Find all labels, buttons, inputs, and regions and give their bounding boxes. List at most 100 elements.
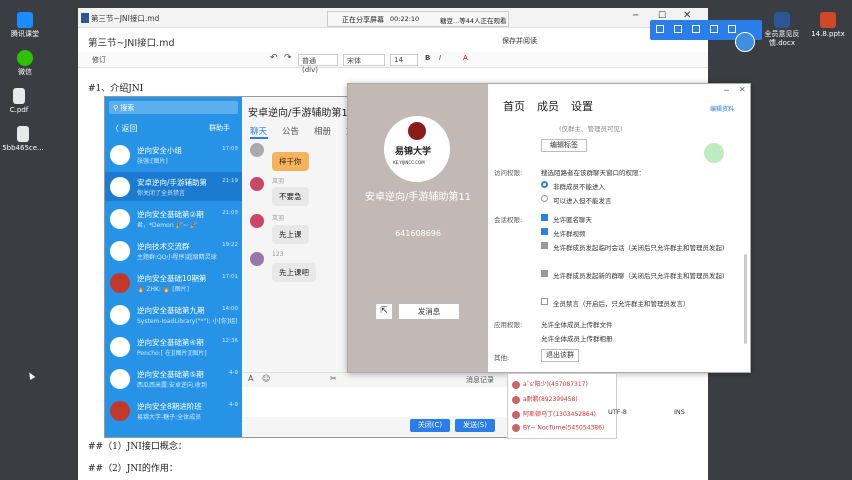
visitor-radio-read-only[interactable] [541,195,548,202]
toolbar-icon[interactable] [692,25,700,33]
conversation-item[interactable]: 逆向安全基础第九期 System-loadLibrary("*"); 小[你]组… [105,300,242,329]
checkbox-anonymous-chat[interactable] [541,214,548,221]
visitor-radio-no-entry[interactable] [541,181,548,188]
tab-members[interactable]: 成员 [537,98,559,114]
desktop-icon-tencent-classroom[interactable]: 腾讯课堂 [0,12,50,39]
conversation-item[interactable]: 逆向技术交流群 主题群:QQ小程序]超级精灵球 19:22 [105,236,242,265]
conversation-time: 21:19 [222,178,238,184]
tab-settings[interactable]: 设置 [571,98,593,114]
checkbox-new-group-chat[interactable] [541,270,548,277]
desktop-icon-feedback-docx[interactable]: 全员意见反馈.docx [760,12,804,48]
tab-notice[interactable]: 公告 [282,125,299,137]
chat-title: 安卓逆向/手游辅助第11 [248,108,355,119]
session-option: 全员禁言（开启后，只允许群主和管理员发言） [553,300,690,308]
checkbox-mute-all[interactable] [541,298,548,305]
editor-tab-title[interactable]: 第三节~JNI接口.md [91,13,159,24]
settings-scrollbar[interactable] [744,254,747,344]
checkbox-group-video[interactable] [541,228,548,235]
conversation-preview: 易锦大学-糖子:全体成员 [137,414,202,421]
back-button[interactable]: 〈 返回 [111,123,138,134]
member-item[interactable]: BY~ NocTurne(545054386) [512,424,604,432]
font-icon[interactable]: A [248,374,253,383]
close-icon[interactable]: ✕ [739,85,746,94]
desktop-icon-label: C.pdf [9,106,29,114]
avatar [110,273,130,293]
avatar [110,209,130,229]
save-and-read-button[interactable]: 保存并阅读 [502,36,537,46]
toolbar-icon[interactable] [728,25,736,33]
conversation-time: 4-9 [229,402,238,408]
share-status: 正在分享屏幕 [342,16,384,24]
minimize-icon[interactable]: ─ [724,86,729,95]
search-icon: ⚲ [113,104,119,112]
tab-album[interactable]: 相册 [314,125,331,137]
edit-profile-link[interactable]: 编辑资料 [710,104,734,113]
minimize-icon[interactable]: ─ [633,11,638,21]
message-avatar [250,177,264,191]
redo-icon[interactable]: ↷ [284,53,292,63]
member-item[interactable]: a`s'阳少)(457087317) [512,379,588,389]
conversation-item[interactable]: 逆向安全基础第②期 君，*Demon 🎉~ 🎉 21:03 [105,204,242,233]
conversation-item-selected[interactable]: 安卓逆向/手游辅助第 你关闭了全员禁言 21:19 [105,172,242,201]
conversation-time: 21:03 [222,210,238,216]
desktop-icon-file[interactable]: 5bb465ce... [0,126,50,153]
bold-icon[interactable]: B [425,54,430,62]
toolbar-icon[interactable] [674,25,682,33]
desktop-icon-wechat[interactable]: 微信 [0,50,50,77]
conversation-name: 逆向安全小组 [137,146,182,155]
font-select[interactable]: 宋体 [343,54,385,66]
conversation-time: 17:03 [222,146,238,152]
conversation-name: 逆向安全基础第⑤期 [137,370,204,379]
send-button[interactable]: 发送(S) [455,419,495,432]
font-size-select[interactable]: 14 [390,54,418,66]
user-avatar[interactable] [735,32,755,52]
tab-chat[interactable]: 聊天 [250,125,267,137]
message-history-link[interactable]: 消息记录 [466,375,494,385]
toolbar-icon[interactable] [656,25,664,33]
undo-icon[interactable]: ↶ [270,53,278,63]
share-icon[interactable]: ⇱ [375,303,393,320]
conversation-item[interactable]: 逆向安全基础10期第 🔥 ZHK: 🔥 [图片] 17:01 [105,268,242,297]
emoji-icon[interactable]: ☺ [262,374,270,383]
checkbox-temp-session[interactable] [541,242,548,249]
member-id: (892399458) [538,396,578,403]
desktop-icon-pptx[interactable]: 14.8.pptx [806,12,850,39]
member-item[interactable]: a耐鹏(892399458) [512,394,578,404]
send-message-button[interactable]: 发消息 [398,303,460,320]
font-color-icon[interactable]: A [463,54,468,62]
conversation-item[interactable]: 逆向安全基础第④期 Pencho:[ 在][图片][图片] 12:36 [105,332,242,361]
tab-home[interactable]: 首页 [503,98,525,114]
visitor-option: 非群成员不能进入 [553,183,605,191]
conversation-item[interactable]: 逆向安全8期进阶班 易锦大学-糖子:全体成员 4-9 [105,396,242,425]
conversation-item[interactable]: 逆向安全基础第⑤期 西瓜西米露:安卓逆向.收到 4-9 [105,364,242,393]
style-select[interactable]: 普通 (div) [298,54,338,74]
other-label: 其他: [494,354,510,362]
session-permission-label: 会话权限: [494,216,523,224]
doc-line: ##（1）JNI接口概念： [88,442,187,452]
message-sender: 岚羽 [272,178,285,185]
file-icon [13,88,25,104]
edit-tags-button[interactable]: 编辑标签 [541,139,587,152]
screen-share-banner: 正在分享屏幕 00:22:10 糖豆...等44人正在观看 [327,11,509,27]
conversation-sidebar: ⚲ 搜索 〈 返回 群助手 逆向安全小组 张强:[图片] 17:03 安卓逆向/… [105,97,242,437]
revise-button[interactable]: 修订 [92,55,106,65]
admin-visible-note: (仅群主、管理员可见) [559,125,623,133]
conversation-item[interactable]: 逆向安全小组 张强:[图片] 17:03 [105,140,242,169]
screenshot-icon[interactable]: ✂ [330,374,337,383]
toolbar-icon[interactable] [710,25,718,33]
desktop-icon-c-pdf[interactable]: C.pdf [0,88,44,115]
search-input[interactable]: ⚲ 搜索 [109,101,238,114]
close-chat-label: 关闭(C) [417,421,443,429]
message-bubble: 先上课吧 [272,263,316,282]
italic-icon[interactable]: I [439,54,441,62]
visitor-permission-label: 访问权限: [494,169,523,177]
conversation-time: 19:22 [222,242,238,248]
leave-group-button[interactable]: 退出该群 [541,349,579,362]
app-permission-label: 应用权限: [494,321,523,329]
conversation-name: 逆向安全基础第②期 [137,210,204,219]
close-chat-button[interactable]: 关闭(C) [410,419,450,432]
avatar [512,424,520,432]
tencent-classroom-icon [17,12,33,28]
member-item[interactable]: 阿斯顿马丁(1303452864) [512,409,596,419]
conversation-time: 4-9 [229,370,238,376]
